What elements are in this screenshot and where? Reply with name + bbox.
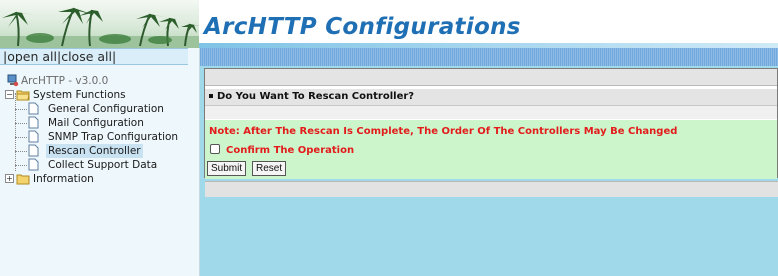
sidebar-item-label: General Configuration	[48, 103, 164, 115]
bullet-icon	[209, 94, 213, 98]
sidebar: |open all|close all| ArcHTTP - v3.0.0 − …	[0, 48, 200, 276]
tree-connector	[15, 165, 27, 166]
main-content: Do You Want To Rescan Controller? Note: …	[200, 48, 778, 276]
sidebar-item-label: Collect Support Data	[48, 159, 158, 171]
rescan-form-panel: Do You Want To Rescan Controller? Note: …	[204, 68, 778, 197]
confirm-label: Confirm The Operation	[226, 145, 355, 156]
sidebar-item-label: Mail Configuration	[48, 117, 144, 129]
collapse-icon[interactable]: −	[5, 90, 14, 99]
open-all-link[interactable]: |open all	[3, 49, 57, 64]
form-title: Do You Want To Rescan Controller?	[205, 89, 777, 105]
submit-button[interactable]: Submit	[207, 161, 247, 176]
tree-connector	[15, 137, 27, 138]
reset-button[interactable]: Reset	[252, 161, 287, 176]
tree-folder-label: System Functions	[33, 89, 126, 101]
confirm-checkbox[interactable]	[210, 144, 220, 154]
main-top-bar	[200, 48, 778, 66]
open-close-toggle: |open all|close all|	[0, 48, 188, 65]
header: ArcHTTP Configurations	[0, 0, 778, 48]
expand-icon[interactable]: +	[5, 174, 14, 183]
tree-connector	[15, 109, 27, 110]
palm-tree-banner	[0, 0, 199, 48]
tree-root-label: ArcHTTP - v3.0.0	[21, 75, 109, 87]
tree-connector	[15, 123, 27, 124]
close-all-link[interactable]: |close all|	[57, 49, 116, 64]
form-title-text: Do You Want To Rescan Controller?	[217, 91, 415, 102]
tree-connector	[15, 151, 27, 152]
panel-header-strip	[205, 69, 777, 86]
folder-icon	[16, 172, 31, 189]
form-body: Note: After The Rescan Is Complete, The …	[205, 120, 777, 179]
panel-footer-strip	[205, 181, 778, 197]
confirm-row: Confirm The Operation	[210, 144, 354, 156]
warning-note: Note: After The Rescan Is Complete, The …	[209, 126, 678, 137]
sidebar-item-label: Rescan Controller	[46, 144, 143, 158]
tree-folder-label: Information	[33, 173, 94, 185]
panel-separator	[205, 105, 777, 119]
app-title: ArcHTTP Configurations	[204, 14, 521, 40]
sidebar-item-label: SNMP Trap Configuration	[48, 131, 179, 143]
palm-trees-image	[0, 7, 199, 48]
